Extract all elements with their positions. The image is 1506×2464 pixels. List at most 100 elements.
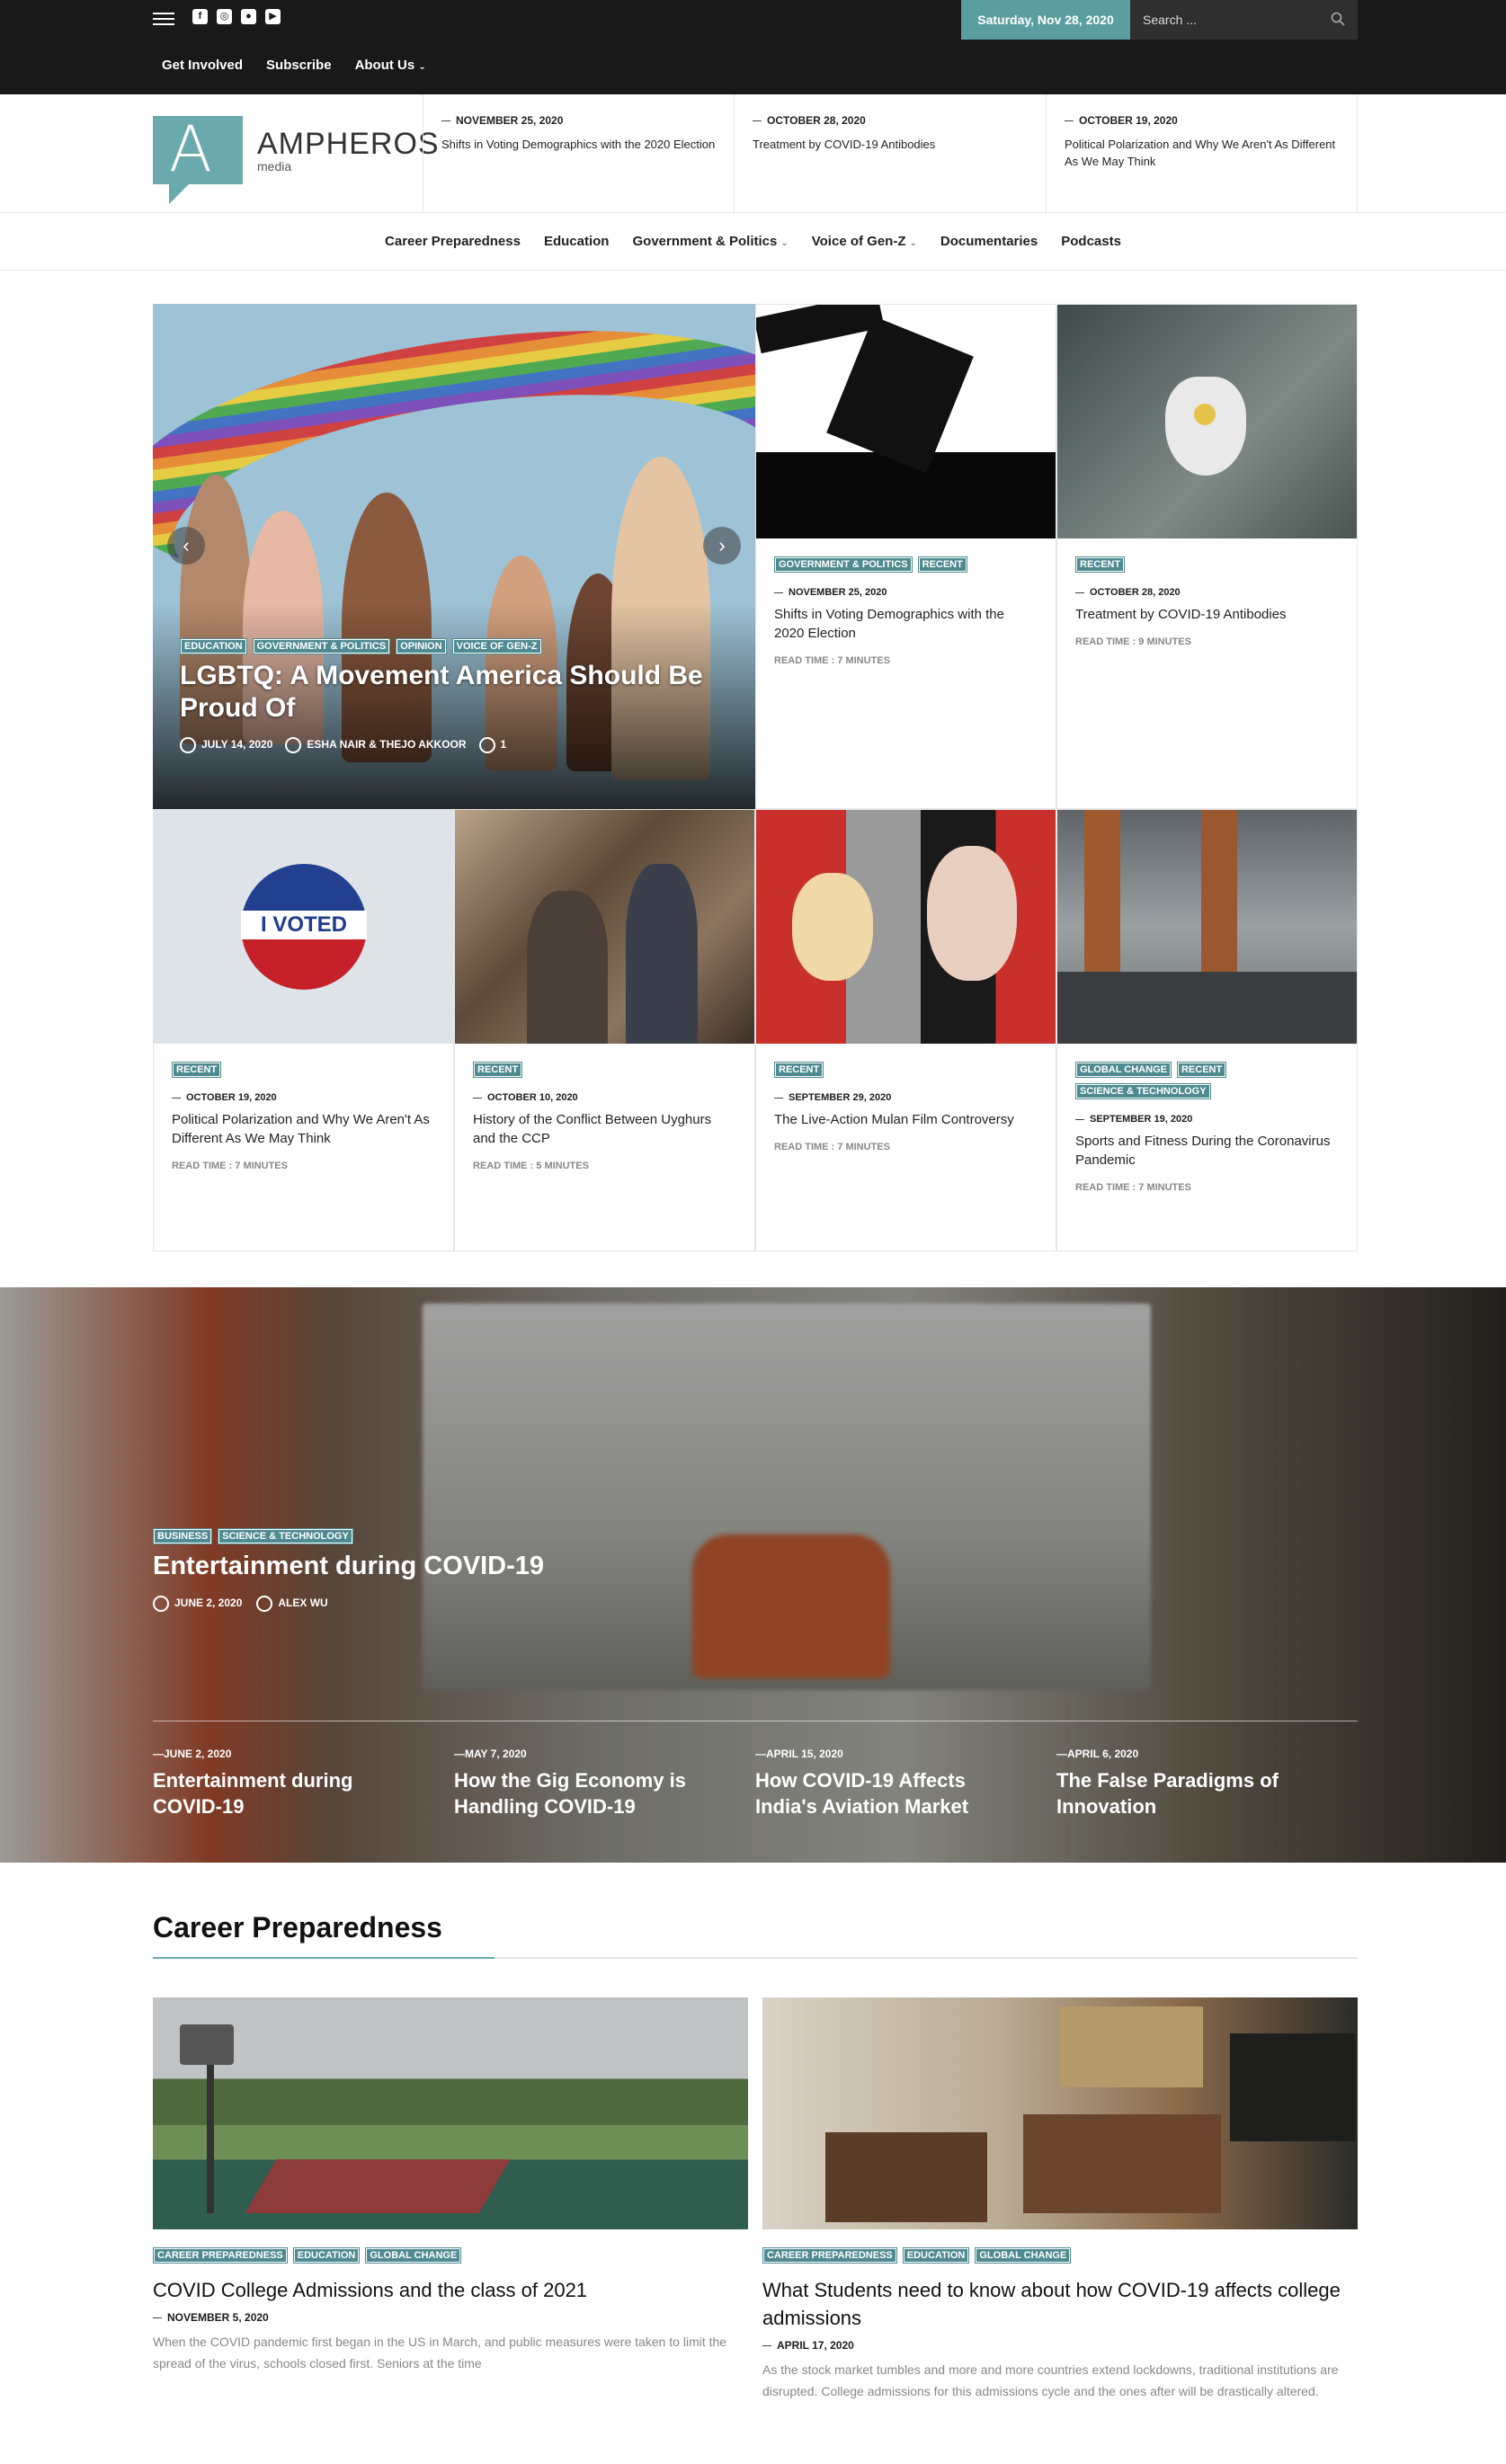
tag[interactable]: CAREER PREPAREDNESS [153,2247,288,2264]
i-voted-image: I VOTED [154,810,453,1044]
chevron-left-icon[interactable]: ‹ [167,527,205,565]
tag[interactable]: CAREER PREPAREDNESS [762,2247,897,2264]
article-card[interactable]: RECENT OCTOBER 10, 2020 History of the C… [454,809,755,1251]
hero-slide[interactable]: ‹ › EDUCATION GOVERNMENT & POLITICS OPIN… [153,304,755,809]
header-news-date: NOVEMBER 25, 2020 [441,114,716,127]
tag[interactable]: RECENT [1176,1062,1227,1078]
band-title[interactable]: Entertainment during COVID-19 [153,1552,544,1581]
hero-tags: EDUCATION GOVERNMENT & POLITICS OPINION … [180,638,728,654]
feature-band: BUSINESS SCIENCE & TECHNOLOGY Entertainm… [0,1287,1506,1863]
tag[interactable]: VOICE OF GEN-Z [451,638,542,654]
logo-mark: A [153,112,243,186]
header-news-item[interactable]: NOVEMBER 25, 2020 Shifts in Voting Demog… [423,94,734,213]
read-time: READ TIME : 7 MINUTES [774,1142,890,1152]
band-item-title[interactable]: How COVID-19 Affects India's Aviation Ma… [755,1767,1016,1819]
hero-comments[interactable]: 1 [501,738,507,751]
menu-icon[interactable] [153,13,174,29]
band-item[interactable]: APRIL 6, 2020 The False Paradigms of Inn… [1056,1748,1317,1819]
band-item[interactable]: JUNE 2, 2020 Entertainment during COVID-… [153,1748,414,1819]
career-section: Career Preparedness CAREER PREPAREDNESS … [153,1911,1358,2398]
section-post[interactable]: CAREER PREPAREDNESS EDUCATION GLOBAL CHA… [153,1997,748,2374]
subscribe-link[interactable]: Subscribe [266,58,332,73]
tag[interactable]: EDUCATION [292,2247,361,2264]
article-card[interactable]: GLOBAL CHANGE RECENT SCIENCE & TECHNOLOG… [1056,809,1358,1251]
tag[interactable]: RECENT [917,556,967,573]
tag[interactable]: GOVERNMENT & POLITICS [252,638,391,654]
post-title[interactable]: COVID College Admissions and the class o… [153,2276,748,2304]
mulan-image [756,810,1056,1044]
hero-date: JULY 14, 2020 [201,738,273,752]
read-time: READ TIME : 7 MINUTES [172,1161,288,1171]
section-title[interactable]: Career Preparedness [153,1911,1358,1944]
tag[interactable]: GLOBAL CHANGE [1075,1062,1172,1078]
post-title[interactable]: What Students need to know about how COV… [762,2276,1358,2332]
search-icon[interactable] [1331,12,1345,26]
tag[interactable]: OPINION [396,638,447,654]
band-item[interactable]: MAY 7, 2020 How the Gig Economy is Handl… [454,1748,715,1819]
nav-voice-of-gen-z[interactable]: Voice of Gen-Z ⌄ [812,234,917,249]
logo-tail [169,184,189,204]
band-item[interactable]: APRIL 15, 2020 How COVID-19 Affects Indi… [755,1748,1016,1819]
post-date: NOVEMBER 5, 2020 [153,2311,748,2324]
hero-title[interactable]: LGBTQ: A Movement America Should Be Prou… [180,660,728,725]
tag[interactable]: SCIENCE & TECHNOLOGY [218,1528,353,1544]
tag[interactable]: RECENT [1075,556,1126,573]
band-date: JUNE 2, 2020 [174,1597,243,1610]
nav-label: Government & Politics [632,234,778,249]
search-input[interactable] [1130,0,1310,40]
tag[interactable]: RECENT [172,1062,222,1078]
basketball-court-image [153,1997,748,2229]
logo-subtitle: media [257,159,292,173]
band-item-title[interactable]: How the Gig Economy is Handling COVID-19 [454,1767,715,1819]
card-date: SEPTEMBER 29, 2020 [774,1092,1038,1103]
tag[interactable]: EDUCATION [180,638,247,654]
band-item-date: APRIL 6, 2020 [1056,1748,1317,1760]
chevron-right-icon[interactable]: › [703,527,741,565]
tag[interactable]: RECENT [473,1062,523,1078]
card-title[interactable]: Sports and Fitness During the Coronaviru… [1075,1132,1339,1170]
hero-author[interactable]: ESHA NAIR & THEJO AKKOOR [307,738,466,751]
card-date: SEPTEMBER 19, 2020 [1075,1114,1339,1125]
card-title[interactable]: History of the Conflict Between Uyghurs … [473,1110,736,1148]
i-voted-text: I VOTED [241,911,367,939]
tag[interactable]: GOVERNMENT & POLITICS [774,556,913,573]
article-card[interactable]: GOVERNMENT & POLITICS RECENT NOVEMBER 25… [755,304,1056,809]
read-time: READ TIME : 7 MINUTES [774,655,890,666]
nav-career-preparedness[interactable]: Career Preparedness [385,234,521,249]
about-us-label: About Us [354,58,415,73]
article-card[interactable]: I VOTED RECENT OCTOBER 19, 2020 Politica… [153,809,454,1251]
nav-education[interactable]: Education [544,234,610,249]
article-card[interactable]: RECENT OCTOBER 28, 2020 Treatment by COV… [1056,304,1358,809]
about-us-link[interactable]: About Us ⌄ [355,58,426,73]
card-title[interactable]: Shifts in Voting Demographics with the 2… [774,605,1038,643]
band-item-title[interactable]: Entertainment during COVID-19 [153,1767,414,1819]
youtube-icon[interactable]: ▶ [265,9,281,24]
header-news-item[interactable]: OCTOBER 19, 2020 Political Polarization … [1046,94,1358,213]
section-post[interactable]: CAREER PREPAREDNESS EDUCATION GLOBAL CHA… [762,1997,1358,2402]
tag[interactable]: GLOBAL CHANGE [365,2247,462,2264]
tag[interactable]: BUSINESS [153,1528,213,1544]
chevron-down-icon: ⌄ [780,238,789,248]
tag[interactable]: EDUCATION [902,2247,970,2264]
header-news-item[interactable]: OCTOBER 28, 2020 Treatment by COVID-19 A… [734,94,1046,213]
facebook-icon[interactable]: f [192,9,208,24]
get-involved-link[interactable]: Get Involved [162,58,243,73]
band-item-title[interactable]: The False Paradigms of Innovation [1056,1767,1317,1819]
nav-documentaries[interactable]: Documentaries [940,234,1038,249]
tag[interactable]: RECENT [774,1062,824,1078]
card-title[interactable]: The Live-Action Mulan Film Controversy [774,1110,1038,1129]
uyghur-image [455,810,754,1044]
nav-government-politics[interactable]: Government & Politics ⌄ [632,234,788,249]
tag[interactable]: SCIENCE & TECHNOLOGY [1075,1083,1211,1099]
card-title[interactable]: Treatment by COVID-19 Antibodies [1075,605,1339,624]
nav-podcasts[interactable]: Podcasts [1061,234,1121,249]
logo-name: AMPHEROS [257,127,440,161]
reddit-icon[interactable]: ● [241,9,256,24]
article-card[interactable]: RECENT SEPTEMBER 29, 2020 The Live-Actio… [755,809,1056,1251]
band-author[interactable]: ALEX WU [278,1597,327,1609]
tag[interactable]: GLOBAL CHANGE [975,2247,1072,2264]
instagram-icon[interactable]: ◎ [217,9,232,24]
site-logo[interactable]: A AMPHEROS media [153,109,439,204]
ballot-image [756,305,1056,538]
card-title[interactable]: Political Polarization and Why We Aren't… [172,1110,435,1148]
